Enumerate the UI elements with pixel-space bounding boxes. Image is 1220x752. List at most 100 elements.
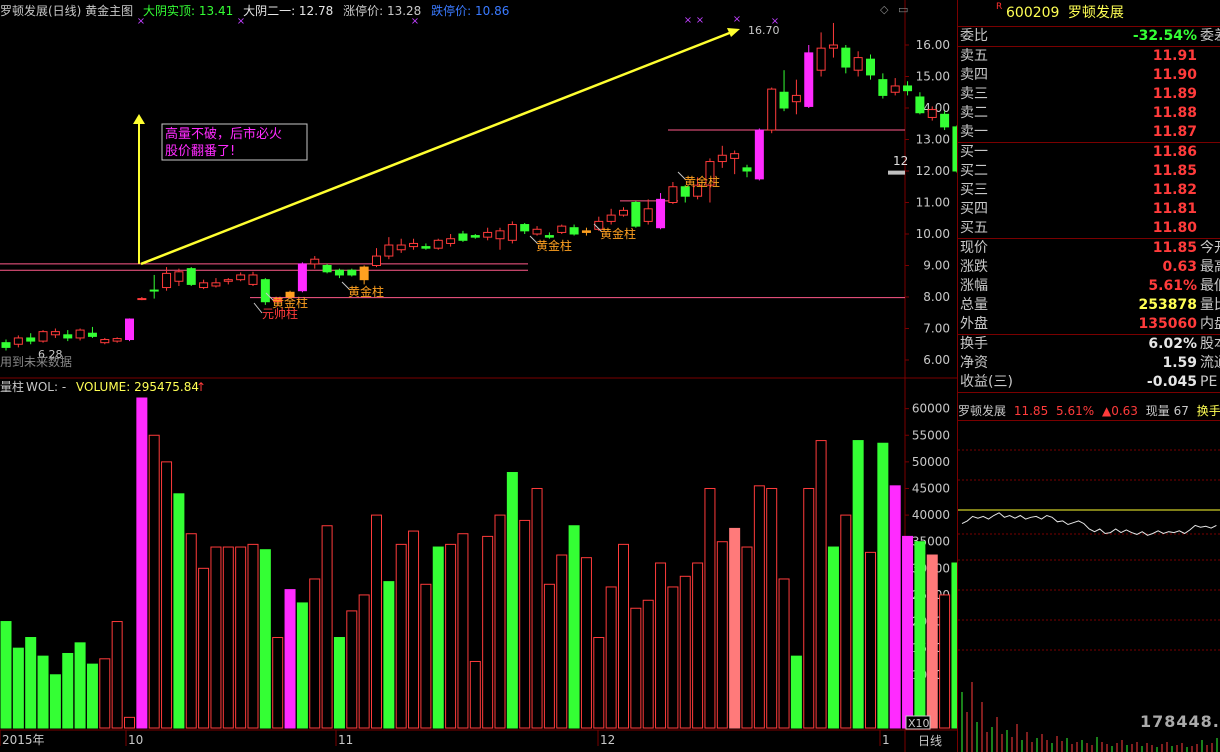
volume-bar[interactable] — [655, 562, 667, 729]
candle[interactable] — [791, 94, 801, 103]
candle[interactable] — [433, 239, 443, 249]
candle[interactable] — [409, 242, 419, 248]
candle[interactable] — [100, 339, 110, 344]
candle[interactable] — [878, 79, 888, 96]
candle[interactable] — [186, 268, 196, 285]
volume-bar[interactable] — [161, 461, 173, 729]
volume-bar[interactable] — [469, 660, 481, 729]
candle[interactable] — [162, 272, 172, 289]
candle[interactable] — [730, 153, 740, 159]
candle[interactable] — [310, 258, 320, 265]
candle[interactable] — [779, 91, 789, 109]
candle[interactable] — [742, 167, 752, 172]
candle[interactable] — [828, 44, 838, 49]
candle[interactable] — [940, 113, 950, 128]
candle[interactable] — [223, 279, 233, 282]
volume-bar[interactable] — [827, 546, 839, 729]
volume-bar[interactable] — [124, 716, 135, 729]
candle[interactable] — [372, 255, 381, 266]
volume-bar[interactable] — [580, 557, 592, 729]
candle[interactable] — [606, 214, 616, 222]
volume-bar[interactable] — [692, 562, 704, 729]
candle[interactable] — [804, 52, 814, 107]
volume-bar[interactable] — [630, 607, 642, 729]
volume-bar[interactable] — [556, 554, 568, 729]
volume-bar[interactable] — [642, 599, 654, 729]
candle[interactable] — [557, 225, 567, 233]
candle[interactable] — [1, 342, 11, 348]
volume-bar[interactable] — [889, 485, 901, 729]
candle[interactable] — [507, 224, 517, 241]
volume-bar[interactable] — [358, 594, 370, 729]
candle[interactable] — [458, 233, 468, 241]
volume-bar[interactable] — [321, 525, 333, 729]
candle[interactable] — [767, 88, 777, 131]
candle[interactable] — [631, 202, 641, 227]
candle[interactable] — [236, 274, 246, 281]
candle[interactable] — [174, 271, 184, 282]
volume-bar[interactable] — [198, 567, 210, 729]
volume-bar[interactable] — [667, 586, 679, 729]
volume-bar[interactable] — [62, 652, 74, 729]
volume-bar[interactable] — [25, 637, 37, 729]
volume-bar[interactable] — [618, 543, 629, 729]
volume-bar[interactable] — [457, 533, 469, 729]
candle[interactable] — [544, 235, 554, 238]
candle[interactable] — [50, 331, 60, 336]
volume-bar[interactable] — [704, 487, 716, 729]
candle[interactable] — [297, 263, 307, 292]
volume-bar[interactable] — [445, 543, 457, 729]
volume-bar[interactable] — [86, 663, 98, 729]
volume-bar[interactable] — [766, 487, 778, 729]
candle[interactable] — [890, 85, 900, 93]
candle[interactable] — [211, 282, 221, 287]
volume-bar[interactable] — [247, 543, 259, 729]
volume-bar[interactable] — [506, 472, 518, 729]
volume-bar[interactable] — [0, 621, 12, 729]
candle[interactable] — [384, 244, 394, 257]
volume-bar[interactable] — [679, 575, 691, 729]
candle[interactable] — [470, 235, 480, 238]
candle[interactable] — [63, 334, 73, 339]
volume-bar[interactable] — [371, 514, 382, 729]
candle[interactable] — [903, 85, 913, 92]
candle[interactable] — [13, 337, 23, 345]
volume-bar[interactable] — [284, 589, 296, 729]
candle[interactable] — [248, 274, 258, 285]
candle[interactable] — [866, 58, 875, 76]
candle[interactable] — [396, 244, 406, 251]
volume-bar[interactable] — [111, 621, 123, 729]
volume-bar[interactable] — [939, 594, 951, 729]
volume-bar[interactable] — [593, 637, 605, 729]
volume-bar[interactable] — [568, 525, 580, 729]
volume-bar[interactable] — [136, 397, 148, 729]
volume-bar[interactable] — [408, 530, 420, 729]
volume-bar[interactable] — [12, 647, 24, 729]
volume-bar[interactable] — [815, 440, 827, 729]
candle[interactable] — [347, 269, 357, 276]
volume-bar[interactable] — [420, 583, 432, 729]
candle[interactable] — [483, 231, 493, 238]
volume-bar[interactable] — [49, 674, 61, 729]
candle[interactable] — [334, 269, 344, 276]
volume-bar[interactable] — [605, 586, 617, 729]
candle[interactable] — [446, 238, 456, 244]
candle[interactable] — [532, 228, 542, 235]
candle[interactable] — [260, 279, 270, 303]
kline-chart[interactable]: 16.0015.0014.0013.0012.0011.0010.009.008… — [0, 0, 957, 752]
candle[interactable] — [520, 224, 530, 232]
volume-bar[interactable] — [852, 440, 864, 729]
candle[interactable] — [359, 266, 369, 281]
volume-bar[interactable] — [840, 514, 852, 729]
volume-bar[interactable] — [741, 546, 753, 729]
volume-bar[interactable] — [37, 655, 49, 729]
volume-bar[interactable] — [482, 535, 494, 729]
volume-bar[interactable] — [494, 514, 506, 729]
candle[interactable] — [841, 47, 851, 68]
candle[interactable] — [754, 129, 764, 180]
candle[interactable] — [38, 331, 48, 342]
volume-bar[interactable] — [432, 546, 444, 729]
volume-bar[interactable] — [222, 546, 234, 729]
candle[interactable] — [87, 332, 97, 337]
candle[interactable] — [816, 47, 826, 71]
